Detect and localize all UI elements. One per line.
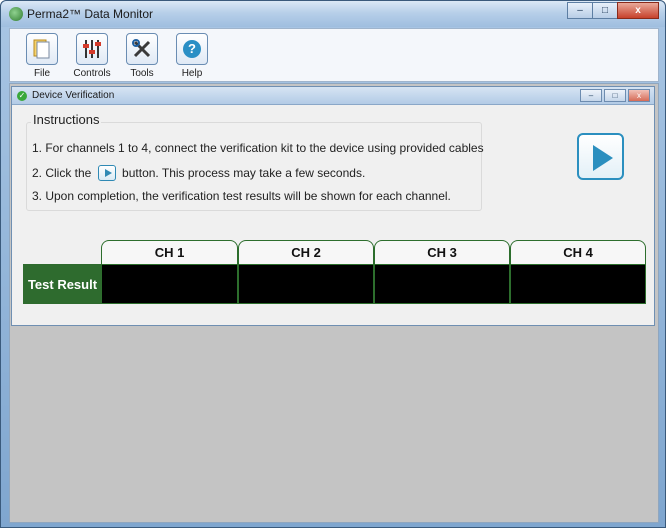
toolbar-file-label: File bbox=[33, 68, 51, 79]
device-verification-window: ✓ Device Verification – □ x Instructions… bbox=[11, 86, 655, 326]
child-maximize-button[interactable]: □ bbox=[604, 89, 626, 102]
instruction-line-2-end: button. This process may take a few seco… bbox=[122, 166, 366, 180]
close-button[interactable]: x bbox=[617, 2, 659, 19]
instruction-line-1: 1. For channels 1 to 4, connect the veri… bbox=[32, 141, 484, 155]
child-window-controls: – □ x bbox=[578, 89, 650, 102]
sliders-icon bbox=[76, 33, 108, 65]
test-result-label: Test Result bbox=[23, 264, 102, 304]
toolbar-help-button[interactable]: ? Help bbox=[168, 33, 216, 81]
result-cell-ch3 bbox=[374, 264, 510, 304]
child-close-button[interactable]: x bbox=[628, 89, 650, 102]
app-logo-icon bbox=[9, 7, 23, 21]
channel-header-1: CH 1 bbox=[101, 240, 238, 264]
inline-play-icon bbox=[97, 165, 116, 181]
start-verification-button[interactable] bbox=[577, 133, 624, 180]
window-title: Perma2™ Data Monitor bbox=[27, 7, 154, 21]
maximize-button[interactable]: □ bbox=[592, 2, 618, 19]
channel-header-2: CH 2 bbox=[238, 240, 374, 264]
instruction-line-2: 2. Click the button. This process may ta… bbox=[32, 165, 365, 181]
file-icon bbox=[26, 33, 58, 65]
window-controls: – □ x bbox=[567, 2, 659, 19]
help-icon: ? bbox=[176, 33, 208, 65]
child-title-bar[interactable]: ✓ Device Verification – □ x bbox=[12, 87, 654, 105]
toolbar: File Controls Tools ? Help bbox=[9, 28, 659, 82]
toolbar-controls-label: Controls bbox=[73, 68, 111, 79]
result-cell-ch1 bbox=[101, 264, 238, 304]
check-status-icon: ✓ bbox=[17, 91, 27, 101]
svg-text:?: ? bbox=[188, 41, 196, 56]
channel-header-3: CH 3 bbox=[374, 240, 510, 264]
title-bar[interactable]: Perma2™ Data Monitor – □ x bbox=[1, 1, 665, 27]
toolbar-tools-button[interactable]: Tools bbox=[118, 33, 166, 81]
instruction-line-2-start: 2. Click the bbox=[32, 166, 92, 180]
toolbar-controls-button[interactable]: Controls bbox=[68, 33, 116, 81]
child-minimize-button[interactable]: – bbox=[580, 89, 602, 102]
result-cell-ch4 bbox=[510, 264, 646, 304]
toolbar-help-label: Help bbox=[181, 68, 203, 79]
child-window-title: Device Verification bbox=[32, 90, 115, 101]
toolbar-file-button[interactable]: File bbox=[18, 33, 66, 81]
instruction-line-3: 3. Upon completion, the verification tes… bbox=[32, 189, 451, 203]
channel-header-4: CH 4 bbox=[510, 240, 646, 264]
tools-icon bbox=[126, 33, 158, 65]
result-cell-ch2 bbox=[238, 264, 374, 304]
toolbar-tools-label: Tools bbox=[130, 68, 154, 79]
app-window: Perma2™ Data Monitor – □ x File Controls… bbox=[0, 0, 666, 528]
minimize-button[interactable]: – bbox=[567, 2, 593, 19]
instructions-heading: Instructions bbox=[31, 112, 102, 127]
